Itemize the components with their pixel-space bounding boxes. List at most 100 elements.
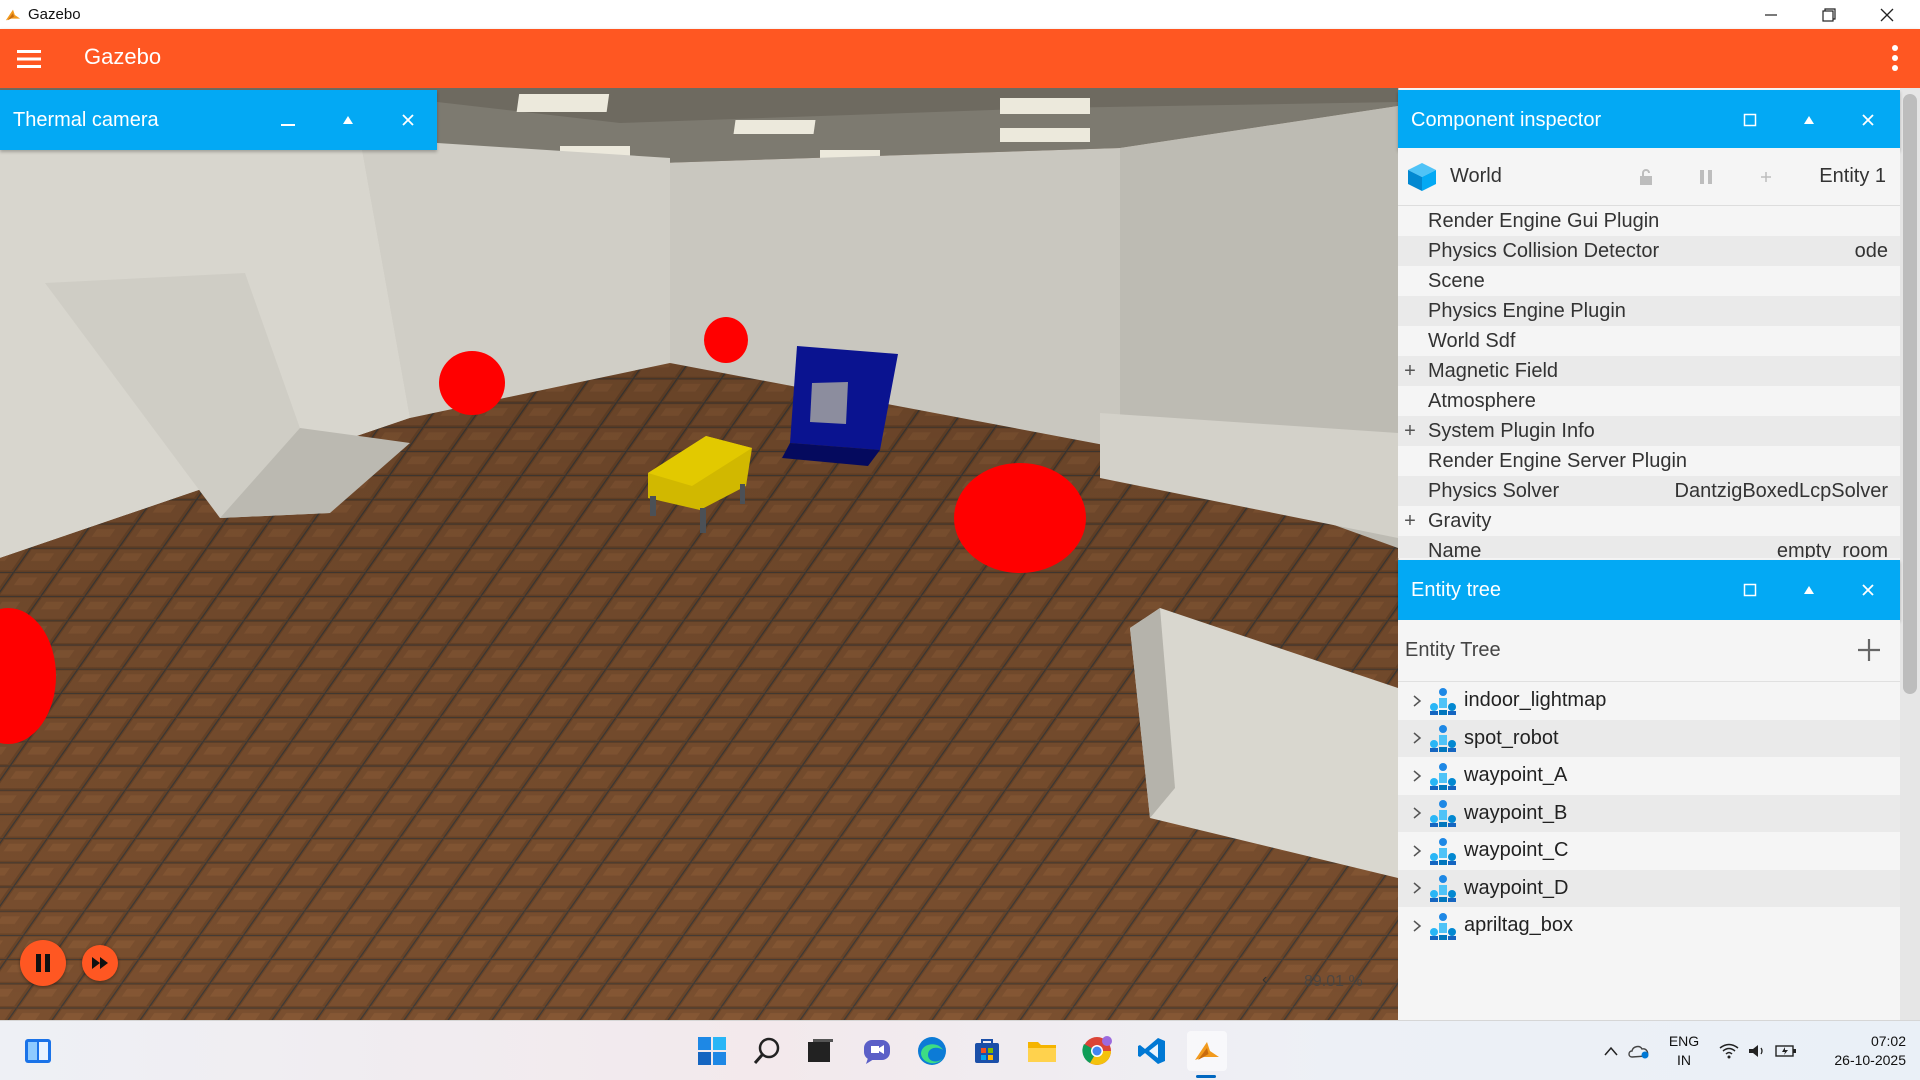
thermal-camera-panel-header[interactable]: Thermal camera (0, 90, 437, 150)
inspector-close-button[interactable] (1856, 108, 1880, 132)
start-button[interactable] (692, 1031, 732, 1071)
gazebo-app-icon (5, 9, 21, 20)
component-inspector-header[interactable]: Component inspector (1398, 90, 1900, 150)
entity-tree-item[interactable]: waypoint_D (1398, 869, 1900, 907)
chevron-right-icon[interactable] (1410, 844, 1424, 858)
gazebo-icon (1195, 1042, 1219, 1060)
model-icon (1430, 837, 1456, 865)
entity-tree-item[interactable]: indoor_lightmap (1398, 682, 1900, 720)
widgets-button[interactable] (18, 1031, 58, 1071)
task-view-icon (808, 1039, 833, 1062)
battery-button[interactable] (1774, 1031, 1798, 1071)
expand-plus-icon[interactable]: + (1398, 420, 1422, 443)
expand-plus-icon[interactable]: + (1398, 510, 1422, 533)
entity-tree-panel-header[interactable]: Entity tree (1398, 560, 1900, 620)
entity-name: apriltag_box (1464, 914, 1573, 937)
close-window-button[interactable] (1858, 0, 1916, 29)
folder-icon (1028, 1042, 1056, 1062)
entity-tree-item[interactable]: spot_robot (1398, 719, 1900, 757)
volume-button[interactable] (1746, 1031, 1768, 1071)
tree-collapse-button[interactable] (1797, 578, 1821, 602)
edge-button[interactable] (912, 1031, 952, 1071)
thermal-minimize-button[interactable] (276, 108, 300, 132)
rtf-display: 89.01 % (1304, 973, 1363, 990)
component-row[interactable]: + Gravity (1398, 506, 1900, 536)
world-label: World (1450, 165, 1502, 187)
scene-3d-view[interactable]: ‹ 89.01 % (0, 88, 1398, 1020)
entity-tree-item[interactable]: apriltag_box (1398, 907, 1900, 945)
wifi-button[interactable] (1718, 1031, 1740, 1071)
vscode-button[interactable] (1132, 1031, 1172, 1071)
tree-close-button[interactable] (1856, 578, 1880, 602)
component-name: Atmosphere (1428, 389, 1536, 412)
fast-forward-icon (92, 957, 108, 969)
edge-browser-icon (918, 1037, 946, 1065)
restore-button[interactable] (1800, 0, 1858, 29)
entity-tree-item[interactable]: waypoint_C (1398, 832, 1900, 870)
entity-id-label: Entity 1 (1819, 165, 1886, 187)
step-button[interactable] (82, 945, 118, 981)
chevron-right-icon[interactable] (1410, 881, 1424, 895)
gazebo-taskbar-button[interactable] (1187, 1031, 1227, 1071)
thermal-close-button[interactable] (396, 108, 420, 132)
component-name: Magnetic Field (1428, 359, 1559, 382)
component-row: Name empty_room (1398, 536, 1900, 558)
pause-button[interactable] (20, 940, 66, 986)
component-value: empty_room (1776, 539, 1888, 559)
add-component-icon[interactable] (1756, 167, 1776, 187)
thermal-collapse-button[interactable] (336, 108, 360, 132)
component-name: Scene (1428, 269, 1485, 292)
component-name: Gravity (1428, 509, 1492, 532)
component-row: World Sdf (1398, 326, 1900, 356)
speaker-icon (1749, 1045, 1763, 1057)
inspector-collapse-button[interactable] (1797, 108, 1821, 132)
expand-plus-icon[interactable]: + (1398, 360, 1422, 383)
chevron-right-icon[interactable] (1410, 769, 1424, 783)
chat-button[interactable] (857, 1031, 897, 1071)
more-options-icon[interactable] (1890, 43, 1900, 73)
model-icon (1430, 800, 1456, 828)
chevron-right-icon[interactable] (1410, 731, 1424, 745)
component-value: ode (1854, 239, 1888, 262)
store-icon (975, 1039, 999, 1063)
minimize-button[interactable] (1742, 0, 1800, 29)
hamburger-menu-icon[interactable] (16, 46, 42, 72)
lock-icon[interactable] (1636, 167, 1656, 187)
thermal-camera-title: Thermal camera (13, 108, 159, 131)
inspector-maximize-button[interactable] (1738, 108, 1762, 132)
entity-tree-body: Entity Tree indoor_lightmap spot_robotway… (1398, 620, 1900, 1020)
minimize-icon (281, 124, 295, 126)
task-view-button[interactable] (800, 1031, 840, 1071)
region-code[interactable]: IN (1665, 1052, 1703, 1068)
tree-maximize-button[interactable] (1738, 578, 1762, 602)
chevron-right-icon[interactable] (1410, 806, 1424, 820)
show-hidden-icons-button[interactable] (1600, 1031, 1622, 1071)
chevron-right-icon[interactable] (1410, 919, 1424, 933)
component-row: Render Engine Gui Plugin (1398, 206, 1900, 236)
right-dock-scrollbar[interactable] (1900, 88, 1920, 1020)
store-button[interactable] (967, 1031, 1007, 1071)
clock-date[interactable]: 26-10-2025 (1808, 1052, 1906, 1068)
entity-name: waypoint_A (1464, 764, 1568, 787)
add-entity-icon[interactable] (1856, 637, 1882, 663)
entity-tree-header: Entity Tree (1398, 620, 1900, 682)
chevron-right-icon[interactable] (1410, 694, 1424, 708)
search-button[interactable] (747, 1031, 787, 1071)
component-name: Render Engine Server Plugin (1428, 449, 1688, 472)
rtf-chevron-icon[interactable]: ‹ (1262, 971, 1267, 989)
clock-time[interactable]: 07:02 (1808, 1033, 1906, 1049)
chevron-up-icon (1604, 1046, 1618, 1056)
component-row[interactable]: + Magnetic Field (1398, 356, 1900, 386)
file-explorer-button[interactable] (1022, 1031, 1062, 1071)
pause-updates-icon[interactable] (1696, 167, 1716, 187)
component-row[interactable]: + System Plugin Info (1398, 416, 1900, 446)
maximize-icon (1743, 583, 1757, 597)
scrollbar-thumb[interactable] (1903, 94, 1917, 694)
onedrive-cloud-icon (1628, 1045, 1649, 1059)
entity-tree-item[interactable]: waypoint_A (1398, 757, 1900, 795)
language-code[interactable]: ENG (1665, 1033, 1703, 1049)
entity-tree-item[interactable]: waypoint_B (1398, 794, 1900, 832)
chrome-button[interactable] (1077, 1031, 1117, 1071)
triangle-up-icon (343, 116, 353, 124)
onedrive-button[interactable] (1626, 1031, 1652, 1071)
